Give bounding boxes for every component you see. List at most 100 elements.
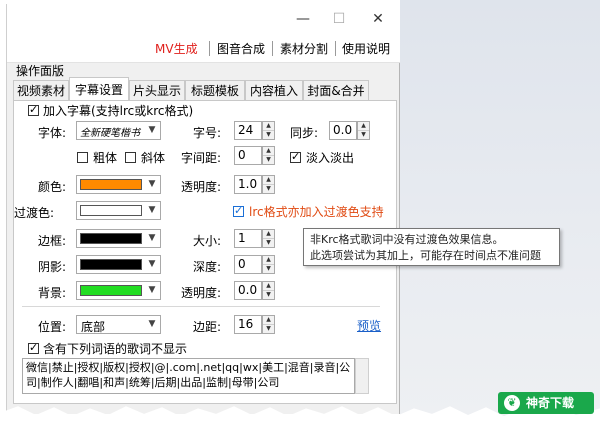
bold-label: 粗体 <box>93 151 118 165</box>
border-label: 边框: <box>38 234 67 248</box>
chevron-down-icon: ▼ <box>148 233 156 243</box>
margin-value[interactable]: 16 <box>234 315 262 334</box>
arrow-up-icon[interactable]: ▲ <box>263 316 274 325</box>
font-select[interactable]: 全新硬笔楷书 ▼ <box>76 121 161 140</box>
shadow-color-swatch <box>80 259 142 270</box>
filter-lyrics-checkbox[interactable] <box>28 341 39 355</box>
font-size-value[interactable]: 24 <box>234 121 262 140</box>
background-opacity-value[interactable]: 0.0 <box>234 281 262 300</box>
tab-subtitle-settings[interactable]: 字幕设置 <box>69 77 129 101</box>
arrow-down-icon[interactable]: ▼ <box>263 325 274 333</box>
tab-cover-merge[interactable]: 封面&合并 <box>303 80 369 100</box>
chevron-down-icon: ▼ <box>148 259 156 269</box>
enable-subtitle-checkbox[interactable] <box>28 103 39 117</box>
menu-material-split[interactable]: 素材分割 <box>280 40 328 57</box>
minimize-button[interactable]: — <box>292 10 314 28</box>
depth-spin-buttons[interactable]: ▲ ▼ <box>262 255 275 274</box>
sync-label: 同步: <box>290 126 319 140</box>
position-select[interactable]: 底部 ▼ <box>76 315 161 334</box>
maximize-button[interactable]: ☐ <box>328 10 350 28</box>
sync-value[interactable]: 0.0 <box>329 121 357 140</box>
menu-separator <box>209 41 210 56</box>
tab-intro-display[interactable]: 片头显示 <box>129 80 185 100</box>
arrow-up-icon[interactable]: ▲ <box>263 230 274 239</box>
arrow-up-icon[interactable]: ▲ <box>263 176 274 185</box>
fade-label: 淡入淡出 <box>306 151 355 165</box>
title-bar: — ☐ ✕ <box>7 4 400 34</box>
section-label: 操作面版 <box>16 64 65 78</box>
menu-mv-generate[interactable]: MV生成 <box>155 40 198 57</box>
close-button[interactable]: ✕ <box>367 10 389 28</box>
italic-checkbox[interactable] <box>125 152 136 163</box>
background-label: 背景: <box>38 286 67 300</box>
menu-image-audio-merge[interactable]: 图音合成 <box>217 40 265 57</box>
font-size-spin-buttons[interactable]: ▲ ▼ <box>262 121 275 140</box>
opacity-spin-buttons[interactable]: ▲ ▼ <box>262 175 275 194</box>
desktop-background <box>400 0 600 426</box>
border-color-select[interactable]: ▼ <box>76 229 161 248</box>
divider <box>22 306 380 307</box>
sync-spin-buttons[interactable]: ▲ ▼ <box>357 121 370 140</box>
menu-bar: MV生成 图音合成 素材分割 使用说明 <box>7 34 400 63</box>
shadow-color-select[interactable]: ▼ <box>76 255 161 274</box>
depth-spinner[interactable]: 0 ▲ ▼ <box>234 255 276 274</box>
opacity-value[interactable]: 1.0 <box>234 175 262 194</box>
tooltip-line-1: 非Krc格式歌词中没有过渡色效果信息。 <box>310 233 504 246</box>
tab-video-material[interactable]: 视频素材 <box>13 80 69 100</box>
color-label: 颜色: <box>38 180 67 194</box>
letter-spacing-label: 字间距: <box>181 151 222 165</box>
border-size-spinner[interactable]: 1 ▲ ▼ <box>234 229 276 248</box>
arrow-down-icon[interactable]: ▼ <box>263 131 274 139</box>
transition-color-select[interactable]: ▼ <box>76 201 161 220</box>
arrow-down-icon[interactable]: ▼ <box>263 185 274 193</box>
background-opacity-label: 透明度: <box>181 286 222 300</box>
lrc-transition-checkbox[interactable] <box>233 204 244 218</box>
chevron-down-icon: ▼ <box>148 125 156 135</box>
tab-content-insert[interactable]: 内容植入 <box>245 80 303 100</box>
arrow-up-icon[interactable]: ▲ <box>263 256 274 265</box>
background-opacity-spin-buttons[interactable]: ▲ ▼ <box>262 281 275 300</box>
background-color-select[interactable]: ▼ <box>76 281 161 300</box>
sync-spinner[interactable]: 0.0 ▲ ▼ <box>329 121 371 140</box>
font-label: 字体: <box>38 126 67 140</box>
italic-label: 斜体 <box>141 151 166 165</box>
filter-words-textarea[interactable]: 微信|禁止|授权|版权|授权|@|.com|.net|qq|wx|美工|混音|录… <box>22 358 355 394</box>
arrow-down-icon[interactable]: ▼ <box>263 291 274 299</box>
arrow-up-icon[interactable]: ▲ <box>263 122 274 131</box>
preview-link[interactable]: 预览 <box>357 317 381 334</box>
background-opacity-spinner[interactable]: 0.0 ▲ ▼ <box>234 281 276 300</box>
arrow-down-icon[interactable]: ▼ <box>358 131 369 139</box>
letter-spacing-spinner[interactable]: 0 ▲ ▼ <box>234 146 276 165</box>
border-size-spin-buttons[interactable]: ▲ ▼ <box>262 229 275 248</box>
menu-help[interactable]: 使用说明 <box>342 40 390 57</box>
chevron-down-icon: ▼ <box>148 285 156 295</box>
position-select-value: 底部 <box>81 320 106 334</box>
lrc-transition-tooltip: 非Krc格式歌词中没有过渡色效果信息。 此选项尝试为其加上，可能存在时间点不准问… <box>303 228 560 266</box>
filter-lyrics-label: 含有下列词语的歌词不显示 <box>43 342 188 356</box>
border-size-value[interactable]: 1 <box>234 229 262 248</box>
lrc-transition-label[interactable]: lrc格式亦加入过渡色支持 <box>249 203 384 220</box>
menu-separator <box>272 41 273 56</box>
depth-value[interactable]: 0 <box>234 255 262 274</box>
arrow-down-icon[interactable]: ▼ <box>263 239 274 247</box>
arrow-up-icon[interactable]: ▲ <box>263 147 274 156</box>
letter-spacing-spin-buttons[interactable]: ▲ ▼ <box>262 146 275 165</box>
opacity-label: 透明度: <box>181 180 222 194</box>
color-select[interactable]: ▼ <box>76 175 161 194</box>
fade-checkbox[interactable] <box>290 150 301 164</box>
filter-words-scrollbar[interactable] <box>355 358 369 394</box>
bold-checkbox[interactable] <box>77 152 88 163</box>
arrow-up-icon[interactable]: ▲ <box>263 282 274 291</box>
arrow-down-icon[interactable]: ▼ <box>263 265 274 273</box>
margin-spin-buttons[interactable]: ▲ ▼ <box>262 315 275 334</box>
margin-spinner[interactable]: 16 ▲ ▼ <box>234 315 276 334</box>
font-size-spinner[interactable]: 24 ▲ ▼ <box>234 121 276 140</box>
chevron-down-icon: ▼ <box>148 319 156 329</box>
arrow-up-icon[interactable]: ▲ <box>358 122 369 131</box>
color-swatch <box>80 179 142 190</box>
letter-spacing-value[interactable]: 0 <box>234 146 262 165</box>
arrow-down-icon[interactable]: ▼ <box>263 156 274 164</box>
chevron-down-icon: ▼ <box>148 179 156 189</box>
opacity-spinner[interactable]: 1.0 ▲ ▼ <box>234 175 276 194</box>
tab-title-template[interactable]: 标题模板 <box>185 80 245 100</box>
